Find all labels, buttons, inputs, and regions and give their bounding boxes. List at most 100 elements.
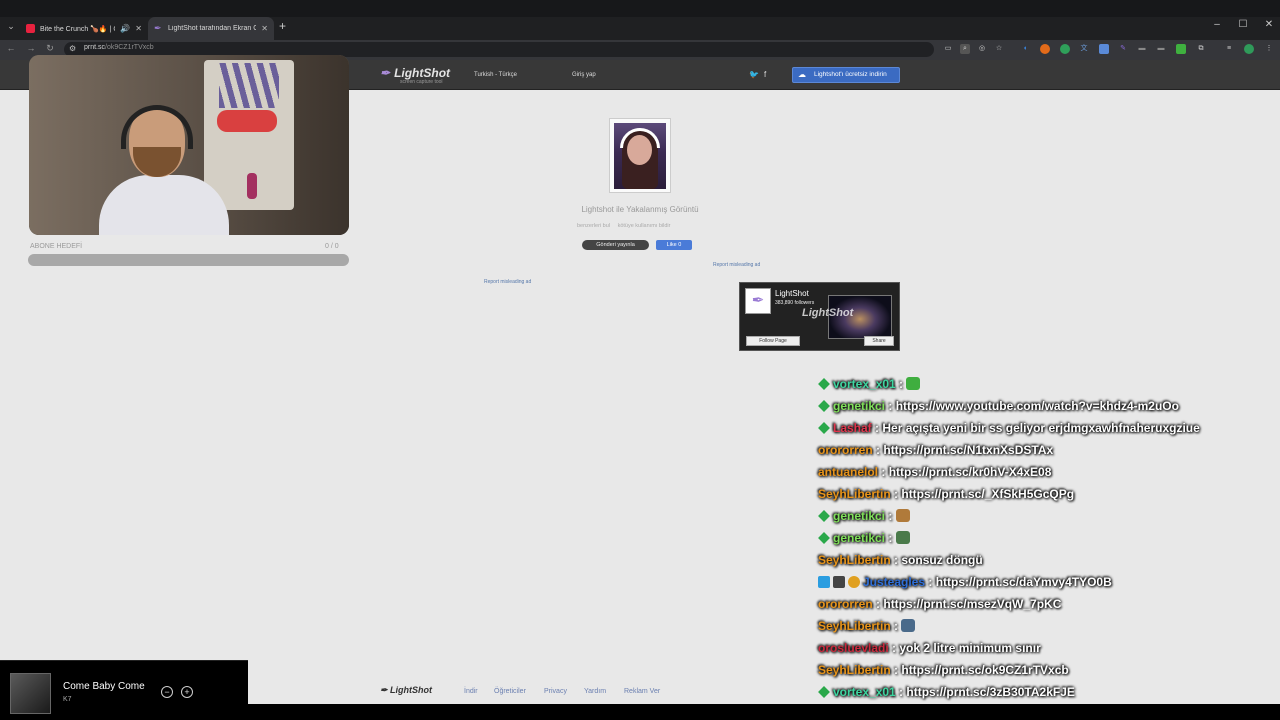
tab-search-icon[interactable]: ⌄ (4, 19, 18, 33)
login-link[interactable]: Giriş yap (572, 72, 596, 78)
chat-username: orosluevladi (818, 641, 889, 655)
footer-link-help[interactable]: Yardım (584, 688, 606, 695)
language-selector[interactable]: Turkish - Türkçe (474, 72, 517, 78)
extension-icon[interactable]: ▬ (1137, 44, 1147, 54)
close-icon[interactable]: ✕ (261, 24, 268, 33)
extension-icon[interactable] (1176, 44, 1186, 54)
translate-icon[interactable]: 文 (1079, 44, 1089, 54)
chat-message: antuanelol : https://prnt.sc/kr0hV-X4xE0… (818, 465, 1052, 479)
close-window-icon[interactable]: ✕ (1262, 19, 1276, 30)
image-actions: benzerleri bul kötüye kullanımı bildir (577, 223, 676, 229)
chat-message: orororren : https://prnt.sc/msezVqW_7pKC (818, 597, 1062, 611)
mod-badge-icon (818, 378, 830, 390)
new-tab-button[interactable]: + (279, 19, 291, 33)
close-icon[interactable]: ✕ (135, 24, 142, 33)
report-abuse-link[interactable]: kötüye kullanımı bildir (618, 223, 671, 229)
vip-badge-icon (818, 576, 830, 588)
reload-icon[interactable]: ↻ (44, 43, 56, 54)
tab-youtube[interactable]: Bite the Crunch 🍗🔥 | Chi 🔊 ✕ (20, 17, 148, 40)
emote-icon (901, 619, 916, 632)
site-logo[interactable]: ✒ LightShot (380, 66, 450, 80)
footer-link-tutorials[interactable]: Öğreticiler (494, 688, 526, 695)
subscriber-goal-label: ABONE HEDEFİ (30, 243, 83, 250)
chat-text: Her açışta yeni bir ss geliyor erjdmgxaw… (882, 421, 1200, 435)
feather-icon: ✒ (751, 292, 765, 309)
chat-username: orororren (818, 443, 873, 457)
site-info-icon[interactable]: ⚙ (69, 44, 76, 53)
chat-username: Justeagles (863, 575, 926, 589)
chat-message: Justeagles : https://prnt.sc/daYmvy4TYO0… (818, 572, 1112, 592)
emote-icon (895, 531, 910, 544)
download-button[interactable]: ☁ Lightshot'ı ücretsiz indirin (792, 67, 900, 83)
avatar[interactable] (1244, 44, 1254, 54)
follower-count: 383,890 followers (775, 300, 815, 306)
chat-username: Lashaf (833, 421, 872, 435)
subscriber-goal-count: 0 / 0 (325, 243, 339, 250)
url-text[interactable]: prnt.sc/ok9CZ1rTVxcb (84, 44, 154, 51)
page-logo[interactable]: ✒ (745, 288, 771, 314)
chat-text: yok 2 litre minimum sınır (899, 641, 1041, 655)
chat-message: vortex_x01 : (818, 374, 921, 394)
chat-username: orororren (818, 597, 873, 611)
tweet-button[interactable]: Gönderi yayınla (582, 240, 649, 250)
tab-lightshot[interactable]: ✒ LightShot tarafından Ekran Gör ✕ (148, 17, 274, 40)
song-artist: K7 (63, 696, 72, 703)
facebook-like-button[interactable]: Like 0 (656, 240, 692, 250)
now-playing-widget: Come Baby Come K7 − + (0, 660, 248, 720)
emote-icon (895, 509, 910, 522)
page-name[interactable]: LightShot (775, 289, 809, 298)
chat-message: SeyhLibertin : https://prnt.sc/_XfSkH5Gc… (818, 487, 1075, 501)
emote-icon (906, 377, 921, 390)
find-similar-link[interactable]: benzerleri bul (577, 223, 610, 229)
cast-icon[interactable]: ▭ (943, 44, 953, 54)
extension-icon[interactable]: ◖ (1020, 44, 1030, 54)
extension-icon[interactable] (1060, 44, 1070, 54)
footer-link-privacy[interactable]: Privacy (544, 688, 567, 695)
reading-list-icon[interactable]: ≡ (1224, 44, 1234, 54)
album-cover (10, 673, 51, 714)
chat-username: SeyhLibertin (818, 487, 891, 501)
report-ad-link[interactable]: Report misleading ad (484, 279, 531, 285)
chat-message: genetikci : (818, 506, 910, 526)
footer-logo[interactable]: ✒ LightShot (380, 685, 432, 696)
chat-message: genetikci : (818, 528, 910, 548)
puzzle-icon[interactable]: ⧉ (1196, 44, 1206, 54)
title-strip (0, 0, 1280, 17)
eye-off-icon[interactable]: ◎ (977, 44, 987, 54)
chat-message: vortex_x01 : https://prnt.sc/3zB30TA2kFJ… (818, 682, 1075, 702)
report-ad-link[interactable]: Report misleading ad (713, 262, 760, 268)
footer-link-download[interactable]: İndir (464, 688, 478, 695)
maximize-icon[interactable]: ☐ (1236, 19, 1250, 30)
follow-page-button[interactable]: Follow Page (746, 336, 800, 346)
screenshot-image (614, 123, 666, 189)
tab-title: LightShot tarafından Ekran Gör (168, 25, 257, 32)
facebook-page-widget: LightShot ✒ LightShot 383,890 followers … (739, 282, 900, 351)
chat-text: https://prnt.sc/msezVqW_7pKC (883, 597, 1062, 611)
chat-username: genetikci (833, 399, 886, 413)
plus-circle-icon[interactable]: + (181, 686, 193, 698)
minimize-icon[interactable]: – (1210, 19, 1224, 30)
chat-message: orosluevladi : yok 2 litre minimum sınır (818, 641, 1041, 655)
share-button[interactable]: Share (864, 336, 894, 346)
extension-icon[interactable]: ✎ (1118, 44, 1128, 54)
facebook-icon[interactable]: f (764, 70, 766, 79)
back-icon[interactable]: ← (5, 43, 17, 53)
screenshot-thumbnail[interactable] (609, 118, 671, 193)
extension-icon[interactable] (1040, 44, 1050, 54)
extension-icon[interactable]: ▬ (1156, 44, 1166, 54)
chat-username: vortex_x01 (833, 685, 896, 699)
chat-message: SeyhLibertin : https://prnt.sc/ok9CZ1rTV… (818, 663, 1069, 677)
bookmark-star-icon[interactable]: ☆ (994, 44, 1004, 54)
speaker-icon[interactable]: 🔊 (120, 24, 130, 33)
mod-badge-icon (818, 686, 830, 698)
extension-icon[interactable] (1099, 44, 1109, 54)
minus-circle-icon[interactable]: − (161, 686, 173, 698)
twitter-icon[interactable]: 🐦 (749, 70, 759, 79)
chat-username: vortex_x01 (833, 377, 896, 391)
chat-username: SeyhLibertin (818, 663, 891, 677)
zoom-icon[interactable]: ⌕ (960, 44, 970, 54)
forward-icon[interactable]: → (25, 43, 37, 53)
more-menu-icon[interactable]: ⋮ (1264, 44, 1274, 54)
chat-message: genetikci : https://www.youtube.com/watc… (818, 396, 1179, 416)
footer-link-advertise[interactable]: Reklam Ver (624, 688, 660, 695)
